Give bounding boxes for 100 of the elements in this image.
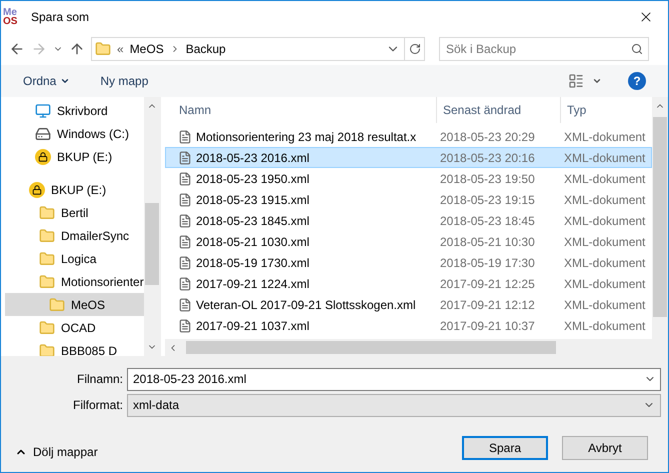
sidebar-item[interactable]: OCAD (5, 316, 144, 339)
file-name: 2018-05-23 1845.xml (196, 212, 310, 230)
up-icon[interactable] (69, 41, 85, 57)
file-type: XML-dokument (563, 192, 646, 208)
drive-icon (35, 126, 51, 142)
filename-label: Filnamn: (76, 371, 124, 388)
sidebar-item[interactable]: Skrivbord (5, 99, 144, 122)
dialog-button[interactable]: Spara (462, 436, 548, 460)
sidebar-item[interactable]: MeOS (5, 293, 144, 316)
modified-date: 2018-05-23 19:15 (439, 192, 536, 208)
file-row[interactable]: 2018-05-23 2016.xml 2018-05-23 20:16 XML-dokument (165, 147, 652, 168)
file-row[interactable]: 2018-05-23 1915.xml 2018-05-23 19:15 XML-dokument (165, 189, 652, 210)
file-name: 2018-05-23 1950.xml (196, 170, 310, 188)
search-icon[interactable] (631, 43, 643, 55)
file-row[interactable]: 2017-09-21 1037.xml 2017-09-21 10:37 XML-dokument (165, 315, 652, 336)
file-row[interactable]: 2018-05-23 1845.xml 2018-05-23 18:45 XML-dokument (165, 210, 652, 231)
column-header[interactable]: Typ (561, 97, 652, 123)
scrollbar[interactable] (652, 97, 668, 339)
file-name: 2018-05-23 1915.xml (196, 192, 310, 208)
document-icon (178, 298, 192, 312)
folder-icon (39, 204, 55, 220)
modified-date: 2017-09-21 10:37 (439, 318, 536, 334)
folder-icon (39, 274, 55, 290)
sidebar-item[interactable]: BKUP (E:) (5, 178, 144, 201)
organize-menu-button[interactable]: Ordna (23, 72, 70, 90)
refresh-icon[interactable] (408, 43, 420, 55)
horizontal-scrollbar[interactable] (165, 339, 668, 356)
sidebar-item[interactable]: BKUP (E:) (5, 145, 144, 168)
file-row[interactable]: 2017-09-21 1224.xml 2017-09-21 12:25 XML-dokument (165, 273, 652, 294)
monitor-icon (35, 102, 51, 118)
breadcrumb[interactable]: MeOS (130, 40, 164, 58)
folder-icon (39, 320, 55, 336)
file-row[interactable]: Motionsorientering 23 maj 2018 resultat.x 2018-05-23 20:29 XML-dokument (165, 126, 652, 147)
document-icon (178, 172, 192, 186)
document-icon (178, 214, 192, 228)
sidebar-item[interactable]: Bertil (5, 201, 144, 224)
address-bar[interactable]: « MeOS Backup (91, 37, 425, 61)
filename-field[interactable]: 2018-05-23 2016.xml (127, 368, 661, 390)
overflow-chevron[interactable]: « (117, 40, 124, 58)
modified-date: 2018-05-23 18:45 (439, 212, 536, 230)
help-button[interactable]: ? (628, 72, 646, 90)
document-icon (178, 192, 192, 206)
file-name: 2017-09-21 1224.xml (196, 276, 310, 292)
file-type: XML-dokument (563, 254, 646, 272)
dialog-button[interactable]: Avbryt (562, 436, 648, 460)
column-header[interactable]: Namn (165, 97, 437, 123)
scrollbar[interactable] (144, 97, 160, 356)
file-type: XML-dokument (563, 150, 646, 166)
file-row[interactable]: Veteran-OL 2017-09-21 Slottsskogen.xml 2017-09-21 12:12 XML-dokument (165, 294, 652, 315)
breadcrumb[interactable]: Backup (186, 40, 226, 58)
search-field[interactable]: Sök i Backup (439, 37, 649, 61)
view-dropdown-icon[interactable] (592, 76, 602, 86)
window-title: Spara som (31, 9, 90, 26)
lock-icon (35, 148, 51, 164)
modified-date: 2017-09-21 12:12 (439, 296, 536, 314)
document-icon (178, 256, 192, 270)
format-dropdown[interactable]: xml-data (127, 394, 661, 416)
folder-icon (49, 296, 65, 312)
app-logo: Me OS (3, 8, 18, 26)
back-icon[interactable] (9, 41, 25, 57)
folder-icon (39, 228, 55, 244)
file-name: Motionsorientering 23 maj 2018 resultat.x (196, 128, 416, 146)
folder-icon (39, 250, 55, 266)
column-header[interactable]: Senast ändrad (437, 97, 561, 123)
file-type: XML-dokument (563, 128, 646, 146)
modified-date: 2017-09-21 12:25 (439, 276, 536, 292)
file-row[interactable]: 2018-05-19 1730.xml 2018-05-19 17:30 XML-dokument (165, 252, 652, 273)
file-name: 2018-05-19 1730.xml (196, 254, 310, 272)
document-icon (178, 150, 192, 164)
document-icon (178, 276, 192, 290)
modified-date: 2018-05-19 17:30 (439, 254, 536, 272)
caret-icon (60, 76, 70, 86)
document-icon (178, 234, 192, 248)
new-folder-button[interactable]: Ny mapp (100, 72, 148, 90)
file-type: XML-dokument (563, 318, 646, 334)
sidebar-item[interactable]: Motionsorienter (5, 270, 144, 293)
file-name: 2018-05-23 2016.xml (196, 150, 310, 166)
file-type: XML-dokument (563, 212, 646, 230)
document-icon (178, 130, 192, 144)
folder-icon (95, 41, 111, 57)
sidebar-item[interactable]: DmailerSync (5, 224, 144, 247)
folder-icon (39, 342, 55, 356)
file-type: XML-dokument (563, 170, 646, 188)
file-row[interactable]: 2018-05-21 1030.xml 2018-05-21 10:30 XML-dokument (165, 231, 652, 252)
file-name: Veteran-OL 2017-09-21 Slottsskogen.xml (196, 296, 416, 314)
file-type: XML-dokument (563, 276, 646, 292)
file-type: XML-dokument (563, 296, 646, 314)
modified-date: 2018-05-23 20:29 (439, 128, 536, 146)
file-type: XML-dokument (563, 234, 646, 250)
hide-folders-button[interactable]: Dölj mappar (15, 443, 98, 461)
sidebar-item[interactable]: BBB085 D (5, 339, 144, 356)
file-row[interactable]: 2018-05-23 1950.xml 2018-05-23 19:50 XML-dokument (165, 168, 652, 189)
sidebar-item[interactable]: Logica (5, 247, 144, 270)
file-name: 2017-09-21 1037.xml (196, 318, 310, 334)
lock-icon (29, 182, 45, 198)
modified-date: 2018-05-21 10:30 (439, 234, 536, 250)
sidebar-item[interactable]: Windows (C:) (5, 122, 144, 145)
file-name: 2018-05-21 1030.xml (196, 234, 310, 250)
modified-date: 2018-05-23 19:50 (439, 170, 536, 188)
view-options-icon[interactable] (568, 73, 584, 89)
